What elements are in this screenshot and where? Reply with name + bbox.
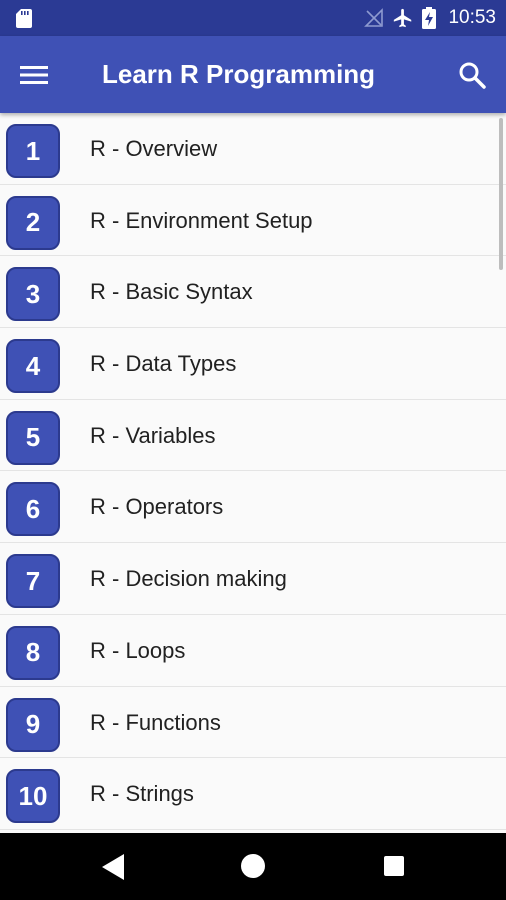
topic-label: R - Overview xyxy=(90,136,218,161)
topic-list-item[interactable]: 8 R - Loops xyxy=(0,615,506,687)
topic-list-item[interactable]: 1 R - Overview xyxy=(0,113,506,185)
topic-list: 1 R - Overview 2 R - Environment Setup 3… xyxy=(0,113,506,833)
topic-list-item[interactable]: 4 R - Data Types xyxy=(0,328,506,400)
list-scrollbar[interactable] xyxy=(499,118,503,270)
menu-button[interactable] xyxy=(14,55,54,95)
topic-number-badge: 2 xyxy=(6,195,60,250)
back-icon[interactable] xyxy=(102,854,124,880)
topic-label: R - Strings xyxy=(90,781,194,807)
topic-number-badge: 3 xyxy=(6,267,60,322)
topic-label: R - Data Types xyxy=(90,351,237,377)
no-signal-icon xyxy=(364,8,384,27)
sd-card-icon xyxy=(16,9,32,28)
topic-number-badge: 7 xyxy=(6,554,60,609)
home-icon[interactable] xyxy=(241,854,265,878)
topic-label: R - Operators xyxy=(90,494,224,520)
topic-label: R - Basic Syntax xyxy=(90,279,253,305)
topic-label: R - Environment Setup xyxy=(90,207,313,233)
topic-label: R - Decision making xyxy=(90,566,287,592)
recent-apps-icon[interactable] xyxy=(384,856,404,876)
topic-number-badge: 9 xyxy=(6,697,60,752)
topic-number-badge: 1 xyxy=(6,124,60,178)
topic-label: R - Loops xyxy=(90,637,186,663)
topic-list-item[interactable]: 7 R - Decision making xyxy=(0,543,506,615)
app-title: Learn R Programming xyxy=(102,59,376,89)
topic-number-badge: 6 xyxy=(6,482,60,537)
topic-list-item[interactable]: 9 R - Functions xyxy=(0,687,506,759)
hamburger-menu-icon xyxy=(20,66,48,84)
search-button[interactable] xyxy=(452,55,492,95)
topic-number-badge: 8 xyxy=(6,625,60,680)
topic-label: R - Variables xyxy=(90,422,216,448)
topic-list-item[interactable]: 10 R - Strings xyxy=(0,758,506,830)
app-bar: Learn R Programming xyxy=(0,36,506,113)
topic-list-item[interactable]: 3 R - Basic Syntax xyxy=(0,256,506,329)
search-icon xyxy=(459,62,486,89)
topic-label: R - Functions xyxy=(90,709,221,735)
topic-number-badge: 10 xyxy=(6,769,60,824)
topic-number-badge: 5 xyxy=(6,410,60,465)
topic-list-item[interactable]: 5 R - Variables xyxy=(0,400,506,472)
status-time: 10:53 xyxy=(448,7,496,28)
topic-number-badge: 4 xyxy=(6,339,60,394)
topic-list-item[interactable]: 2 R - Environment Setup xyxy=(0,185,506,257)
battery-charging-icon xyxy=(422,7,437,29)
airplane-mode-icon xyxy=(394,8,412,28)
system-nav-bar xyxy=(0,833,506,900)
status-bar: 10:53 xyxy=(0,0,506,36)
topic-list-item[interactable]: 6 R - Operators xyxy=(0,471,506,544)
